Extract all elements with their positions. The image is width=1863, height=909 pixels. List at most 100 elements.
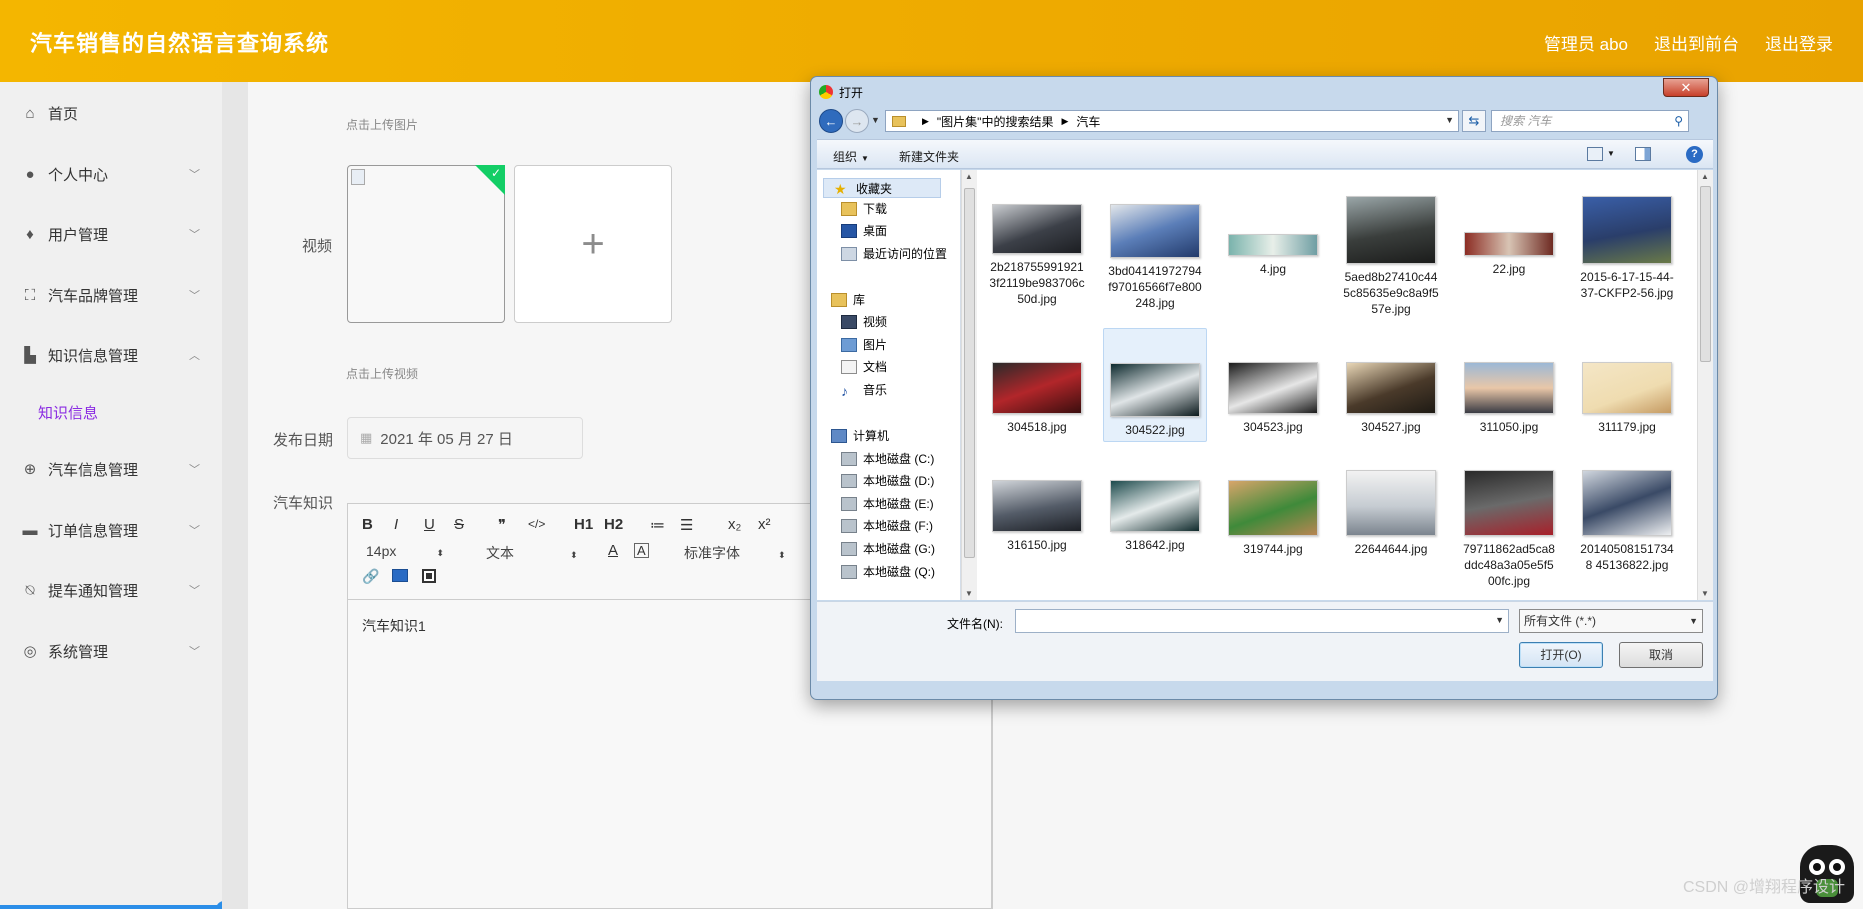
font-color-icon[interactable]: A — [608, 542, 618, 559]
new-folder-button[interactable]: 新建文件夹 — [899, 148, 959, 165]
underline-button[interactable]: U — [424, 516, 435, 533]
code-button[interactable]: </> — [528, 517, 545, 531]
breadcrumb-car[interactable]: 汽车 — [1076, 113, 1100, 130]
scroll-up-icon[interactable]: ▲ — [965, 172, 973, 181]
tree-downloads[interactable]: 下载 — [841, 200, 887, 217]
logout-link[interactable]: 退出登录 — [1765, 30, 1833, 55]
sidebar-item-order-management[interactable]: ▬ 订单信息管理 ﹀ — [0, 510, 222, 550]
refresh-icon[interactable]: ⇆ — [1462, 110, 1486, 132]
tree-disk-q[interactable]: 本地磁盘 (Q:) — [841, 563, 935, 580]
close-button[interactable]: ✕ — [1663, 78, 1709, 97]
file-item[interactable]: 201405081517348 45136822.jpg — [1575, 470, 1679, 573]
tree-library[interactable]: 库 — [831, 291, 865, 308]
history-dropdown-icon[interactable]: ▼ — [871, 115, 880, 125]
file-item[interactable]: 318642.jpg — [1103, 480, 1207, 553]
sidebar-item-user-management[interactable]: ♦ 用户管理 ﹀ — [0, 214, 222, 254]
file-item[interactable]: 319744.jpg — [1221, 480, 1325, 557]
help-icon[interactable]: ? — [1686, 146, 1703, 163]
open-button[interactable]: 打开(O) — [1519, 642, 1603, 668]
file-item[interactable]: 22.jpg — [1457, 204, 1561, 277]
file-item[interactable]: 4.jpg — [1221, 204, 1325, 277]
sidebar-item-system[interactable]: ◎ 系统管理 ﹀ — [0, 631, 222, 671]
sidebar-item-personal-center[interactable]: ● 个人中心 ﹀ — [0, 154, 222, 194]
sidebar-item-pickup-notice[interactable]: ⍉ 提车通知管理 ﹀ — [0, 570, 222, 610]
publish-date-input[interactable]: ▦ 2021 年 05 月 27 日 — [347, 417, 583, 459]
view-options-icon[interactable] — [1587, 147, 1603, 161]
file-item-selected[interactable]: 304522.jpg — [1103, 328, 1207, 442]
preview-pane-icon[interactable] — [1635, 147, 1651, 161]
cancel-button[interactable]: 取消 — [1619, 642, 1703, 668]
uploaded-video-thumbnail[interactable]: ✓ — [347, 165, 505, 323]
tree-disk-g[interactable]: 本地磁盘 (G:) — [841, 540, 935, 557]
scroll-down-icon[interactable]: ▼ — [965, 589, 973, 598]
block-type-select[interactable]: 文本 ⬍ — [486, 543, 578, 563]
search-input[interactable]: 搜索 汽车 ⚲ — [1491, 110, 1689, 132]
file-item[interactable]: 304527.jpg — [1339, 362, 1443, 435]
file-item[interactable]: 79711862ad5ca8ddc48a3a05e5f500fc.jpg — [1457, 470, 1561, 589]
view-dropdown-icon[interactable]: ▼ — [1607, 149, 1615, 158]
file-item[interactable]: 316150.jpg — [985, 480, 1089, 553]
scroll-down-icon[interactable]: ▼ — [1701, 589, 1709, 598]
sidebar-item-home[interactable]: ⌂ 首页 — [0, 93, 222, 133]
sidebar-item-car-management[interactable]: ⊕ 汽车信息管理 ﹀ — [0, 449, 222, 489]
file-item[interactable]: 2015-6-17-15-44-37-CKFP2-56.jpg — [1575, 196, 1679, 301]
file-item[interactable]: 3bd04141972794f97016566f7e800248.jpg — [1103, 204, 1207, 311]
tree-videos[interactable]: 视频 — [841, 313, 887, 330]
admin-link[interactable]: 管理员 abo — [1544, 30, 1628, 55]
tree-computer[interactable]: 计算机 — [831, 427, 889, 444]
file-item[interactable]: 311179.jpg — [1575, 362, 1679, 435]
address-dropdown-icon[interactable]: ▼ — [1445, 115, 1454, 125]
link-icon[interactable]: 🔗 — [362, 568, 379, 585]
file-item[interactable]: 304518.jpg — [985, 362, 1089, 435]
tree-scrollbar[interactable]: ▲ ▼ — [961, 170, 977, 600]
file-name-input[interactable]: ▼ — [1015, 609, 1509, 633]
tree-music[interactable]: ♪ 音乐 — [841, 381, 887, 399]
tree-recent[interactable]: 最近访问的位置 — [841, 245, 947, 262]
address-bar[interactable]: ▶ "图片集"中的搜索结果 ▶ 汽车 ▼ — [885, 110, 1459, 132]
tree-disk-c[interactable]: 本地磁盘 (C:) — [841, 450, 934, 467]
italic-button[interactable]: I — [394, 516, 398, 533]
tree-desktop[interactable]: 桌面 — [841, 222, 887, 239]
tree-disk-e[interactable]: 本地磁盘 (E:) — [841, 495, 934, 512]
file-item[interactable]: 5aed8b27410c445c85635e9c8a9f557e.jpg — [1339, 196, 1443, 317]
h1-button[interactable]: H1 — [574, 516, 593, 533]
tree-disk-f[interactable]: 本地磁盘 (F:) — [841, 517, 933, 534]
font-family-select[interactable]: 标准字体 ⬍ — [684, 543, 786, 563]
file-item[interactable]: 311050.jpg — [1457, 362, 1561, 435]
tree-scroll-thumb[interactable] — [964, 188, 975, 558]
bold-button[interactable]: B — [362, 516, 373, 533]
subscript-button[interactable]: x₂ — [728, 516, 741, 533]
tree-disk-d[interactable]: 本地磁盘 (D:) — [841, 472, 934, 489]
scroll-up-icon[interactable]: ▲ — [1701, 172, 1709, 181]
sidebar-item-knowledge-management[interactable]: ▙ 知识信息管理 ︿ — [0, 335, 222, 375]
superscript-button[interactable]: x² — [758, 516, 771, 533]
h2-button[interactable]: H2 — [604, 516, 623, 533]
upload-video-button[interactable]: + — [514, 165, 672, 323]
sidebar-item-brand-management[interactable]: ⛶ 汽车品牌管理 ﹀ — [0, 275, 222, 315]
file-list-scrollbar[interactable]: ▲ ▼ — [1697, 170, 1713, 600]
back-icon[interactable]: ← — [819, 109, 843, 133]
forward-icon[interactable]: → — [845, 109, 869, 133]
ordered-list-button[interactable]: ≔ — [650, 516, 665, 534]
blockquote-button[interactable]: ❞ — [498, 516, 506, 534]
file-type-select[interactable]: 所有文件 (*.*) ▼ — [1519, 609, 1703, 633]
background-color-icon[interactable]: A — [634, 543, 649, 558]
file-item[interactable]: 22644644.jpg — [1339, 470, 1443, 557]
strike-button[interactable]: S — [454, 516, 464, 533]
file-list-scroll-thumb[interactable] — [1700, 186, 1711, 362]
image-icon[interactable] — [392, 569, 408, 582]
video-icon[interactable] — [422, 569, 436, 583]
breadcrumb-search-results[interactable]: "图片集"中的搜索结果 — [937, 113, 1054, 130]
sidebar-subitem-knowledge[interactable]: 知识信息 — [38, 402, 98, 423]
exit-to-frontend-link[interactable]: 退出到前台 — [1654, 30, 1739, 55]
tree-documents[interactable]: 文档 — [841, 358, 887, 375]
file-item[interactable]: 304523.jpg — [1221, 362, 1325, 435]
tree-pictures[interactable]: 图片 — [841, 336, 887, 353]
bullet-list-button[interactable]: ☰ — [680, 516, 693, 534]
tree-favorites[interactable]: ★ 收藏夹 — [823, 178, 941, 198]
editor-content[interactable]: 汽车知识1 — [362, 616, 426, 636]
organize-button[interactable]: 组织 ▼ — [833, 148, 869, 165]
file-item[interactable]: 2b2187559919213f2119be983706c50d.jpg — [985, 204, 1089, 307]
font-size-select[interactable]: 14px ⬍ — [366, 543, 444, 559]
chevron-down-icon[interactable]: ▼ — [1495, 615, 1504, 625]
